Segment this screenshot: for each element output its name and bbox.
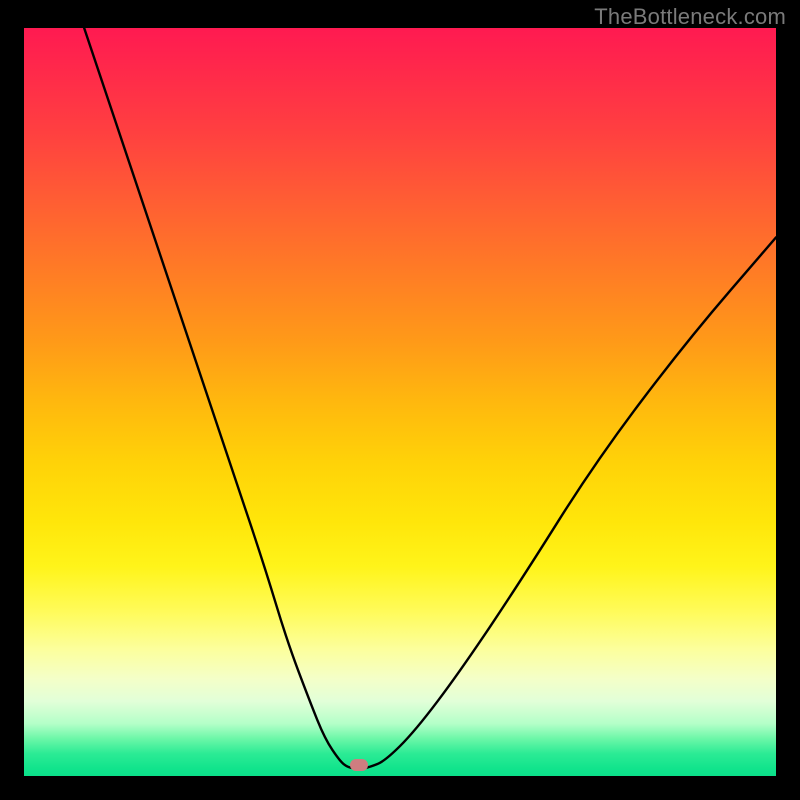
watermark-text: TheBottleneck.com xyxy=(594,4,786,30)
curve-path xyxy=(84,28,776,769)
plot-area xyxy=(24,28,776,776)
optimum-marker xyxy=(350,759,368,771)
chart-frame: TheBottleneck.com xyxy=(0,0,800,800)
bottleneck-curve xyxy=(24,28,776,776)
